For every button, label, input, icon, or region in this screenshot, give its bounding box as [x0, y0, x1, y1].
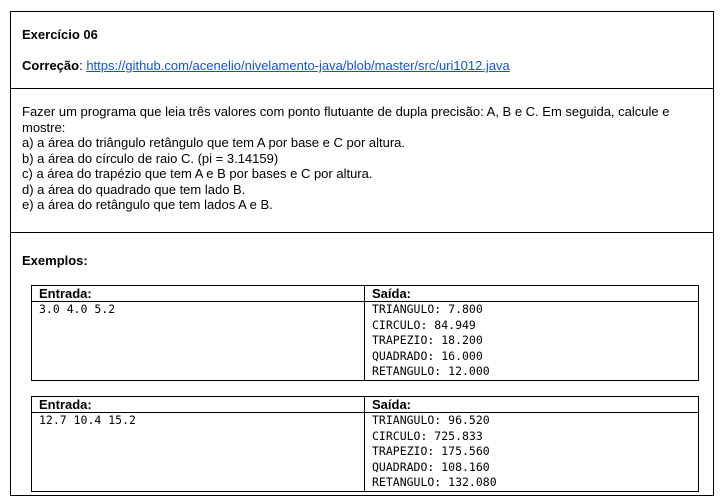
statement-text: Fazer um programa que leia três valores …	[22, 104, 702, 213]
statement-item-b: b) a área do círculo de raio C. (pi = 3.…	[22, 150, 279, 166]
example-input: 12.7 10.4 15.2	[31, 412, 365, 492]
correction-separator: :	[79, 58, 83, 73]
exercise-title: Exercício 06	[22, 27, 98, 42]
output-line: CIRCULO: 84.949	[372, 317, 476, 332]
problem-statement: Fazer um programa que leia três valores …	[11, 89, 713, 233]
example-output: TRIANGULO: 96.520 CIRCULO: 725.833 TRAPE…	[364, 412, 699, 492]
output-line: TRAPEZIO: 175.560	[372, 444, 490, 458]
example-output: TRIANGULO: 7.800 CIRCULO: 84.949 TRAPEZI…	[364, 301, 699, 381]
statement-item-c: c) a área do trapézio que tem A e B por …	[22, 166, 373, 181]
statement-item-d: d) a área do quadrado que tem lado B.	[22, 181, 246, 197]
output-line: CIRCULO: 725.833	[372, 428, 483, 443]
correction-line: Correção: https://github.com/acenelio/ni…	[22, 58, 510, 73]
output-line: RETANGULO: 132.080	[372, 475, 497, 489]
output-line: RETANGULO: 12.000	[372, 364, 490, 378]
exercise-header: Exercício 06 Correção: https://github.co…	[11, 12, 713, 89]
examples-label: Exemplos:	[22, 253, 88, 268]
correction-link[interactable]: https://github.com/acenelio/nivelamento-…	[86, 58, 509, 73]
input-header: Entrada:	[31, 285, 365, 302]
examples-section: Exemplos: Entrada: Saída: 3.0 4.0 5.2 TR…	[11, 233, 713, 496]
output-line: QUADRADO: 108.160	[372, 459, 490, 474]
output-line: QUADRADO: 16.000	[372, 348, 483, 363]
example-table-2: Entrada: Saída: 12.7 10.4 15.2 TRIANGULO…	[31, 396, 699, 492]
example-table-1: Entrada: Saída: 3.0 4.0 5.2 TRIANGULO: 7…	[31, 285, 699, 381]
example-input: 3.0 4.0 5.2	[31, 301, 365, 381]
input-header: Entrada:	[31, 396, 365, 413]
statement-item-a: a) a área do triângulo retângulo que tem…	[22, 135, 406, 150]
output-header: Saída:	[364, 285, 699, 302]
output-line: TRAPEZIO: 18.200	[372, 333, 483, 347]
output-header: Saída:	[364, 396, 699, 413]
statement-intro: Fazer um programa que leia três valores …	[22, 104, 670, 135]
exercise-card: Exercício 06 Correção: https://github.co…	[10, 11, 714, 496]
output-line: TRIANGULO: 7.800	[372, 302, 483, 316]
output-line: TRIANGULO: 96.520	[372, 413, 490, 427]
correction-label: Correção	[22, 58, 80, 73]
statement-item-e: e) a área do retângulo que tem lados A e…	[22, 197, 273, 212]
